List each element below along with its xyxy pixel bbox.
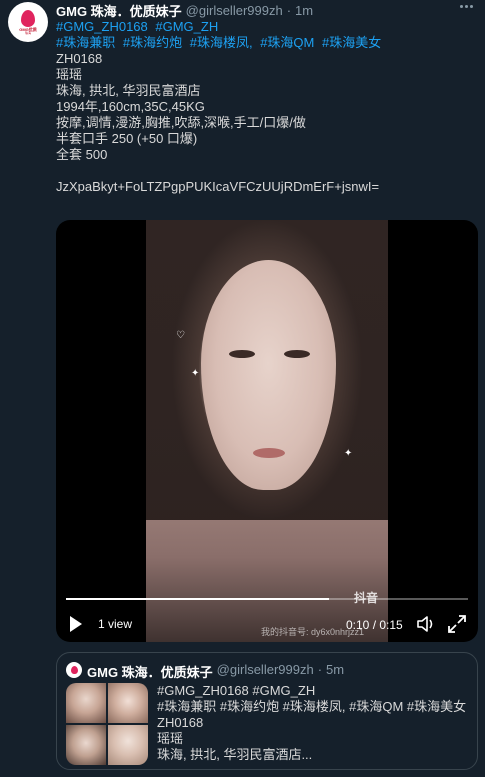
account-name[interactable]: GMG 珠海．优质妹子 <box>56 1 182 20</box>
more-options-icon[interactable] <box>460 5 473 8</box>
separator-dot: · <box>286 2 292 18</box>
quoted-header: GMG 珠海．优质妹子 @girlseller999zh · 5m <box>87 662 344 681</box>
hashtag-link[interactable]: #珠海QM <box>260 35 314 50</box>
hashtag-link[interactable]: #GMG_ZH0168 <box>56 19 148 34</box>
fullscreen-icon[interactable] <box>447 614 467 634</box>
tweet-header: GMG 珠海．优质妹子 @girlseller999zh · 1m <box>56 1 313 20</box>
view-count: 1 view <box>98 617 133 631</box>
sparkle-icon: ✦ <box>344 448 353 459</box>
tweet-text: #GMG_ZH0168 #GMG_ZH #珠海兼职 #珠海约炮 #珠海楼凤, #… <box>56 19 476 195</box>
text-line: #GMG_ZH0168 #GMG_ZH <box>157 683 316 698</box>
hashtag-link[interactable]: #珠海美女 <box>322 35 381 50</box>
text-line: 瑶瑶 <box>56 67 83 82</box>
play-icon[interactable] <box>70 616 82 632</box>
quoted-timestamp: 5m <box>326 662 345 677</box>
volume-icon[interactable] <box>416 616 436 632</box>
video-player[interactable]: ♡ ✦ ✦ 抖音 我的抖音号: dy6x0nhrjzz1 1 view 0:10… <box>56 220 478 642</box>
hashtag-row: #GMG_ZH0168 #GMG_ZH <box>56 19 476 35</box>
text-line: 1994年,160cm,35C,45KG <box>56 99 205 114</box>
video-controls: 1 view 0:10 / 0:15 <box>56 610 478 638</box>
sparkle-icon: ✦ <box>191 368 200 379</box>
separator-dot: · <box>317 662 323 677</box>
gmg-logo-icon <box>70 666 78 674</box>
text-line: ZH0168 <box>157 715 204 730</box>
text-line: ZH0168 <box>56 51 103 66</box>
avatar-logo-subtext: 珠海 <box>24 30 31 35</box>
text-line: 半套口手 250 (+50 口爆) <box>56 131 198 146</box>
gmg-logo-icon <box>21 9 35 27</box>
text-line: #珠海兼职 #珠海约炮 #珠海楼凤, #珠海QM #珠海美女 <box>157 699 467 714</box>
tweet-timestamp[interactable]: 1m <box>295 3 313 18</box>
sparkle-icon: ♡ <box>176 330 185 341</box>
quoted-image-grid <box>66 683 148 765</box>
hashtag-link[interactable]: #珠海楼凤, <box>190 35 253 50</box>
text-line: 珠海, 拱北, 华羽民富酒店 <box>56 83 201 98</box>
profile-avatar[interactable]: GMG优质 珠海 <box>8 2 48 42</box>
text-line: 瑶瑶 <box>157 731 184 746</box>
text-line: 全套 500 <box>56 147 108 162</box>
account-handle[interactable]: @girlseller999zh <box>186 3 283 18</box>
video-progress-fill <box>66 598 330 600</box>
video-frame: ♡ ✦ ✦ <box>146 220 388 642</box>
hashtag-link[interactable]: #GMG_ZH <box>155 19 218 34</box>
hashtag-link[interactable]: #珠海约炮 <box>123 35 182 50</box>
text-line: 按摩,调情,漫游,胸推,吹舔,深喉,手工/口爆/做 <box>56 115 306 130</box>
code-text: JzXpaBkyt+FoLTZPgpPUKIcaVFCzUUjRDmErF+js… <box>56 179 380 194</box>
video-progress-bar[interactable] <box>66 598 468 600</box>
video-time: 0:10 / 0:15 <box>346 618 403 632</box>
thumbnail-image <box>66 683 106 723</box>
thumbnail-image <box>108 725 148 765</box>
hashtag-link[interactable]: #珠海兼职 <box>56 35 115 50</box>
thumbnail-image <box>66 725 106 765</box>
quoted-handle: @girlseller999zh <box>216 662 314 677</box>
quoted-account-name: GMG 珠海．优质妹子 <box>87 665 213 680</box>
text-line: 珠海, 拱北, 华羽民富酒店... <box>157 747 313 762</box>
thumbnail-image <box>108 683 148 723</box>
quoted-tweet[interactable]: GMG 珠海．优质妹子 @girlseller999zh · 5m #GMG_Z… <box>56 652 478 770</box>
hashtag-row: #珠海兼职 #珠海约炮 #珠海楼凤, #珠海QM #珠海美女 <box>56 35 476 51</box>
quoted-avatar <box>66 662 82 678</box>
quoted-text: #GMG_ZH0168 #GMG_ZH #珠海兼职 #珠海约炮 #珠海楼凤, #… <box>157 683 473 763</box>
